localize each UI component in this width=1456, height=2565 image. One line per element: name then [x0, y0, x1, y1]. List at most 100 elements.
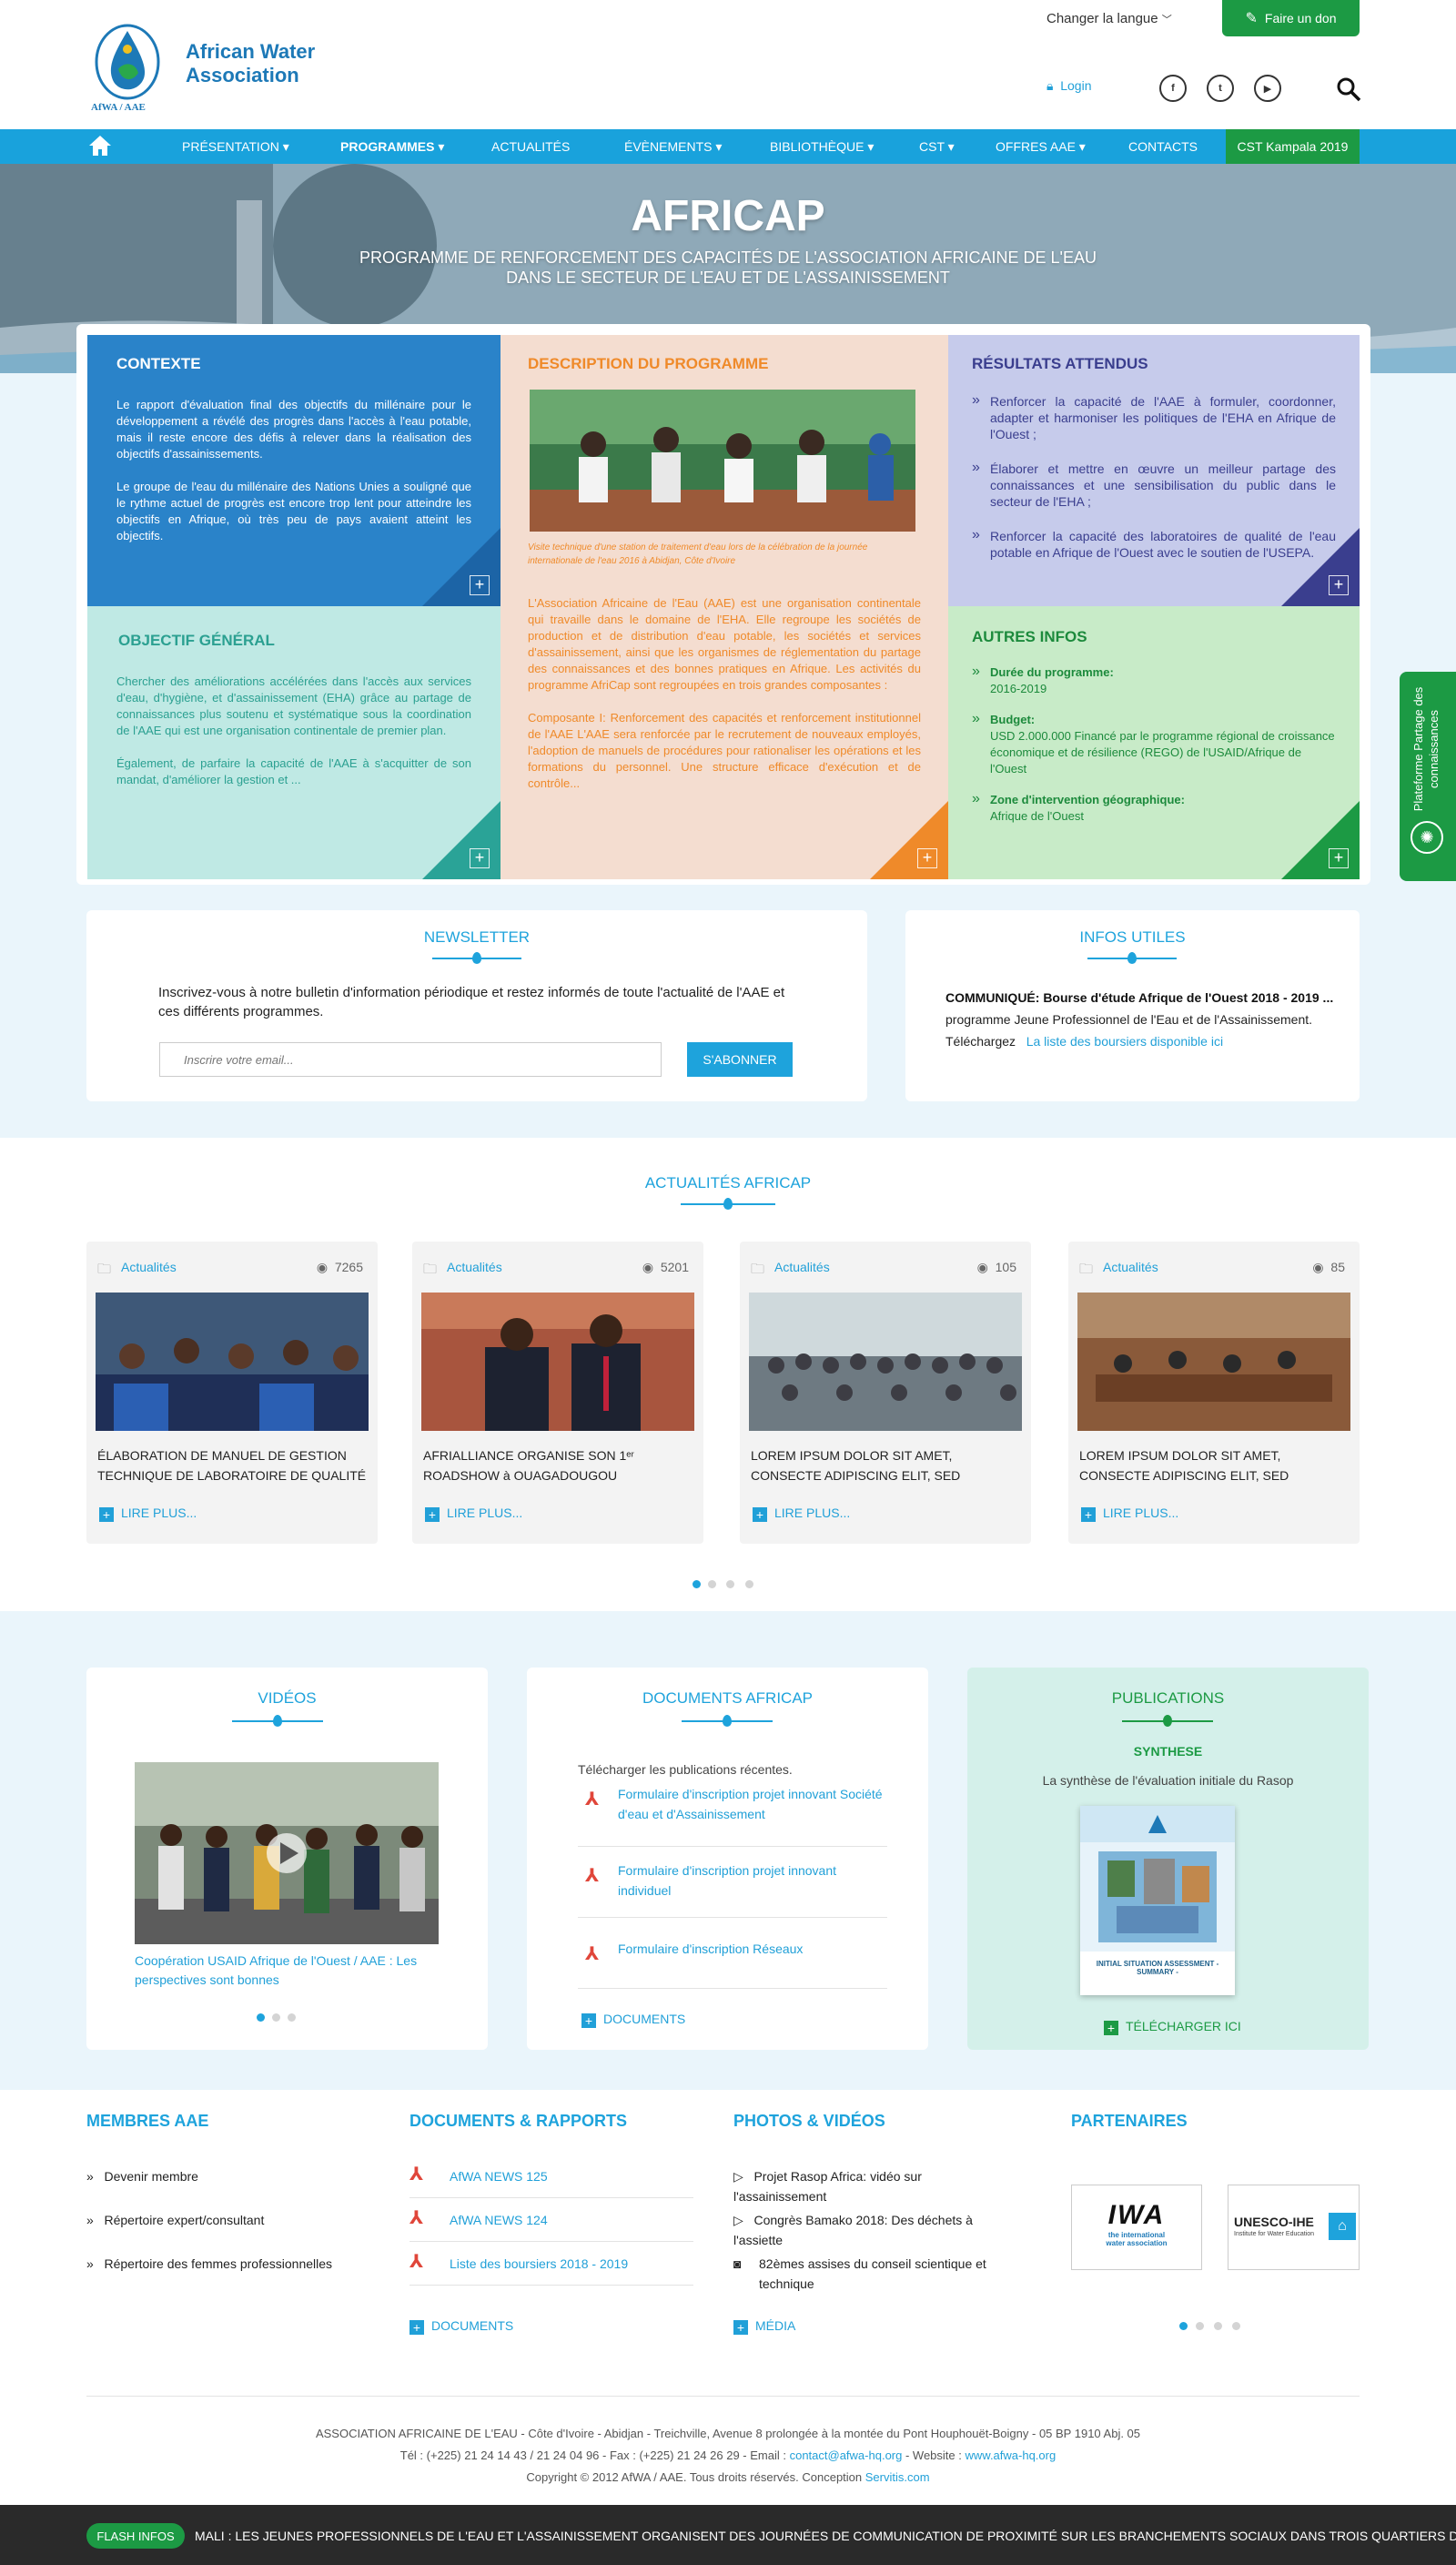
news-category[interactable]: Actualités — [774, 1260, 830, 1274]
carousel-dot[interactable] — [1232, 2322, 1240, 2330]
carousel-dot[interactable] — [726, 1580, 734, 1588]
nav-presentation[interactable]: PRÉSENTATION ▾ — [182, 129, 289, 164]
flash-ticker[interactable]: MALI : LES JEUNES PROFESSIONNELS DE L'EA… — [195, 2529, 1456, 2543]
unesco-wordmark: UNESCO-IHE — [1234, 2215, 1314, 2229]
documents-more-link[interactable]: + DOCUMENTS — [581, 2012, 685, 2028]
language-selector[interactable]: Changer la langue ﹀ — [1046, 11, 1172, 26]
video-thumbnail[interactable] — [135, 1762, 439, 1944]
news-card[interactable]: 🗀 Actualités ◉ 105 LOREM IPSUM DOLOR SIT… — [740, 1242, 1031, 1544]
nav-contacts[interactable]: CONTACTS — [1128, 129, 1198, 164]
publication-download-link[interactable]: + TÉLÉCHARGER ICI — [1104, 2019, 1241, 2035]
read-more-link[interactable]: + LIRE PLUS... — [1081, 1506, 1178, 1522]
footer-membres-title: MEMBRES AAE — [86, 2112, 209, 2130]
document-link[interactable]: ⅄ Formulaire d'inscription projet innovan… — [581, 1860, 891, 1901]
afwa-logo[interactable] — [91, 22, 162, 113]
carousel-dot[interactable] — [1214, 2322, 1222, 2330]
news-category[interactable]: Actualités — [447, 1260, 502, 1274]
carousel-dot[interactable] — [1179, 2322, 1188, 2330]
facebook-icon[interactable]: f — [1159, 75, 1187, 102]
carousel-dot[interactable] — [257, 2013, 265, 2022]
login-link[interactable]: 🔒︎ Login — [1046, 78, 1092, 94]
footer-link[interactable]: » Répertoire expert/consultant — [86, 2210, 264, 2230]
youtube-icon[interactable]: ▶ — [1254, 75, 1281, 102]
news-title[interactable]: LOREM IPSUM DOLOR SIT AMET, CONSECTE ADI… — [1079, 1445, 1349, 1485]
news-image[interactable] — [96, 1293, 369, 1431]
read-more-link[interactable]: + LIRE PLUS... — [425, 1506, 522, 1522]
news-image[interactable] — [421, 1293, 694, 1431]
footer-media-link[interactable]: ▷ Congrès Bamako 2018: Des déchets à l'a… — [733, 2210, 1016, 2250]
carousel-dot[interactable] — [1196, 2322, 1204, 2330]
servitis-link[interactable]: Servitis.com — [865, 2470, 930, 2484]
footer-doc-link[interactable]: ⅄ Liste des boursiers 2018 - 2019 — [410, 2252, 629, 2274]
water-drop-icon — [1163, 1715, 1172, 1727]
carousel-dot[interactable] — [745, 1580, 753, 1588]
result-item: Élaborer et mettre en œuvre un meilleur … — [972, 460, 1336, 510]
search-icon[interactable] — [1336, 76, 1361, 102]
news-title[interactable]: LOREM IPSUM DOLOR SIT AMET, CONSECTE ADI… — [751, 1445, 1020, 1485]
org-name[interactable]: African Water Association — [186, 40, 315, 87]
download-label: TÉLÉCHARGER ICI — [1126, 2019, 1241, 2033]
news-card[interactable]: 🗀 Actualités ◉ 7265 ÉLABORATION DE MANUE… — [86, 1242, 378, 1544]
nav-programmes[interactable]: PROGRAMMES ▾ — [340, 129, 444, 164]
email-link[interactable]: contact@afwa-hq.org — [790, 2448, 903, 2462]
read-more-link[interactable]: + LIRE PLUS... — [753, 1506, 850, 1522]
news-image[interactable] — [1077, 1293, 1350, 1431]
footer-media-link[interactable]: ▷ Projet Rasop Africa: vidéo sur l'assai… — [733, 2166, 1016, 2206]
pdf-icon: ⅄ — [410, 2165, 424, 2185]
nav-cst[interactable]: CST ▾ — [919, 129, 955, 164]
footer-doc-link[interactable]: ⅄ AfWA NEWS 125 — [410, 2165, 548, 2186]
unesco-ihe-logo[interactable]: UNESCO-IHE Institute for Water Education… — [1228, 2185, 1360, 2270]
carousel-dot[interactable] — [288, 2013, 296, 2022]
video-caption[interactable]: Coopération USAID Afrique de l'Ouest / A… — [135, 1952, 439, 1990]
news-image[interactable] — [749, 1293, 1022, 1431]
expand-icon[interactable]: + — [1329, 575, 1349, 595]
nav-cst-kampala[interactable]: CST Kampala 2019 — [1226, 129, 1360, 164]
news-card[interactable]: 🗀 Actualités ◉ 5201 AFRIALLIANCE ORGANIS… — [412, 1242, 703, 1544]
publication-cover[interactable]: INITIAL SITUATION ASSESSMENT - SUMMARY - — [1080, 1806, 1235, 1995]
nav-offres[interactable]: OFFRES AAE ▾ — [996, 129, 1086, 164]
document-link[interactable]: ⅄ Formulaire d'inscription Réseaux — [581, 1939, 891, 1964]
footer-media-more[interactable]: + MÉDIA — [733, 2316, 795, 2336]
news-card[interactable]: 🗀 Actualités ◉ 85 LOREM IPSUM DOLOR SIT … — [1068, 1242, 1360, 1544]
footer-link[interactable]: » Répertoire des femmes professionnelles — [86, 2254, 332, 2274]
news-title[interactable]: AFRIALLIANCE ORGANISE SON 1ᵉʳ ROADSHOW à… — [423, 1445, 693, 1485]
news-title[interactable]: ÉLABORATION DE MANUEL DE GESTION TECHNIQ… — [97, 1445, 367, 1485]
nav-evenements[interactable]: ÉVÈNEMENTS ▾ — [624, 129, 722, 164]
iwa-wordmark: IWA — [1107, 2200, 1166, 2230]
footer-docs-more[interactable]: + DOCUMENTS — [410, 2316, 513, 2336]
videos-title: VIDÉOS — [258, 1689, 317, 1707]
knowledge-platform-tab[interactable]: ✺ Plateforme Partage des connaissances — [1400, 672, 1456, 881]
subscribe-button[interactable]: S'ABONNER — [687, 1042, 793, 1077]
nav-actualites[interactable]: ACTUALITÉS — [491, 129, 570, 164]
expand-icon[interactable]: + — [1329, 848, 1349, 868]
news-category[interactable]: Actualités — [1103, 1260, 1158, 1274]
footer-media-link[interactable]: ◙ 82èmes assises du conseil scientique et… — [733, 2254, 1006, 2294]
infos-headline[interactable]: COMMUNIQUÉ: Bourse d'étude Afrique de l'… — [945, 990, 1346, 1005]
card-text: L'Association Africaine de l'Eau (AAE) e… — [528, 596, 921, 692]
document-link[interactable]: ⅄ Formulaire d'inscription projet innovan… — [581, 1784, 891, 1824]
download-link[interactable]: La liste des boursiers disponible ici — [1026, 1034, 1223, 1049]
nav-label: CONTACTS — [1128, 139, 1198, 154]
views-count: 5201 — [660, 1260, 689, 1274]
plus-icon: + — [425, 1507, 440, 1522]
download-text: Téléchargez — [945, 1034, 1016, 1049]
expand-icon[interactable]: + — [470, 575, 490, 595]
carousel-dot[interactable] — [272, 2013, 280, 2022]
email-input[interactable] — [159, 1042, 662, 1077]
read-more-label: LIRE PLUS... — [774, 1506, 851, 1520]
expand-icon[interactable]: + — [470, 848, 490, 868]
read-more-link[interactable]: + LIRE PLUS... — [99, 1506, 197, 1522]
donate-button[interactable]: ✎ Faire un don — [1222, 0, 1360, 36]
iwa-logo[interactable]: IWA the international water association — [1071, 2185, 1202, 2270]
website-link[interactable]: www.afwa-hq.org — [966, 2448, 1057, 2462]
home-icon[interactable] — [88, 134, 112, 157]
nav-bibliotheque[interactable]: BIBLIOTHÈQUE ▾ — [770, 129, 874, 164]
twitter-icon[interactable]: t — [1207, 75, 1234, 102]
carousel-dot[interactable] — [693, 1580, 701, 1588]
footer-link[interactable]: » Devenir membre — [86, 2166, 198, 2186]
expand-icon[interactable]: + — [917, 848, 937, 868]
footer-doc-link[interactable]: ⅄ AfWA NEWS 124 — [410, 2208, 548, 2230]
carousel-dot[interactable] — [708, 1580, 716, 1588]
footer-link-label: Liste des boursiers 2018 - 2019 — [450, 2256, 629, 2271]
news-category[interactable]: Actualités — [121, 1260, 177, 1274]
